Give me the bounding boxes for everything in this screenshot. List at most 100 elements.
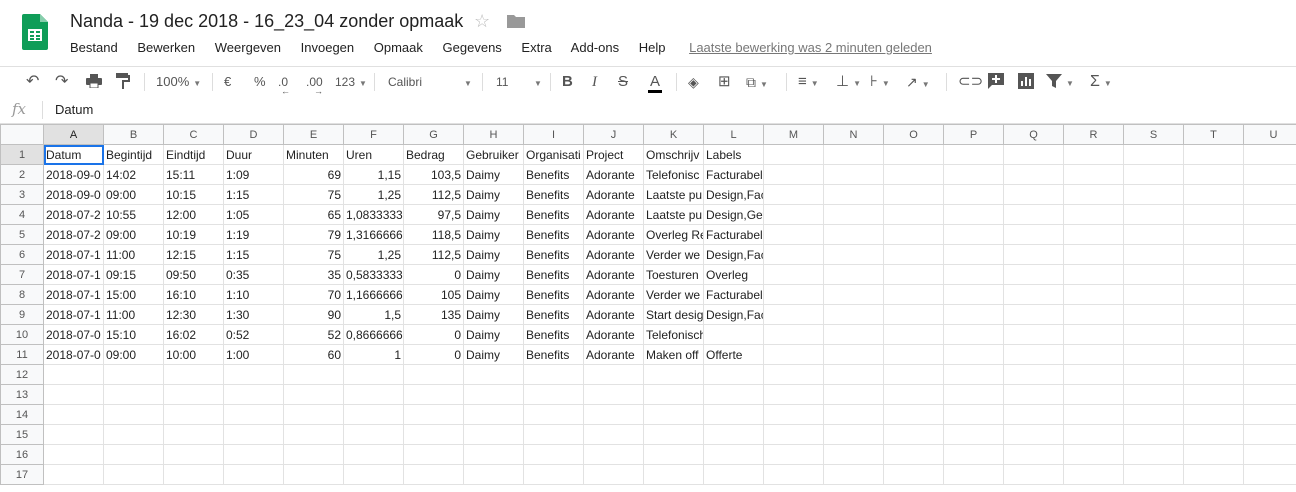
row-header[interactable]: 8 xyxy=(0,284,44,305)
cell-k11[interactable]: Maken off xyxy=(643,344,704,365)
comment-icon[interactable] xyxy=(988,72,1004,92)
strikethrough-icon[interactable]: S xyxy=(618,72,628,92)
cell-p7[interactable] xyxy=(943,264,1004,285)
cell-i1[interactable]: Organisati xyxy=(523,144,584,165)
cell-i4[interactable]: Benefits xyxy=(523,204,584,225)
cell-t1[interactable] xyxy=(1183,144,1244,165)
cell-n11[interactable] xyxy=(823,344,884,365)
cell-k13[interactable] xyxy=(643,384,704,405)
cell-h2[interactable]: Daimy xyxy=(463,164,524,185)
cell-d17[interactable] xyxy=(223,464,284,485)
cell-q17[interactable] xyxy=(1003,464,1064,485)
cell-l12[interactable] xyxy=(703,364,764,385)
cell-m17[interactable] xyxy=(763,464,824,485)
cell-a5[interactable]: 2018-07-2 xyxy=(43,224,104,245)
cell-g5[interactable]: 118,5 xyxy=(403,224,464,245)
cell-e16[interactable] xyxy=(283,444,344,465)
italic-icon[interactable]: I xyxy=(592,72,597,92)
column-header-f[interactable]: F xyxy=(343,124,404,145)
font-size-select[interactable]: 11 xyxy=(496,72,508,92)
cell-p6[interactable] xyxy=(943,244,1004,265)
row-header[interactable]: 9 xyxy=(0,304,44,325)
cell-j6[interactable]: Adorante xyxy=(583,244,644,265)
cell-j13[interactable] xyxy=(583,384,644,405)
borders-icon[interactable]: ⊞ xyxy=(718,72,731,92)
cell-d9[interactable]: 1:30 xyxy=(223,304,284,325)
cell-k17[interactable] xyxy=(643,464,704,485)
cell-b8[interactable]: 15:00 xyxy=(103,284,164,305)
cell-b3[interactable]: 09:00 xyxy=(103,184,164,205)
cell-a11[interactable]: 2018-07-0 xyxy=(43,344,104,365)
cell-p14[interactable] xyxy=(943,404,1004,425)
column-header-e[interactable]: E xyxy=(283,124,344,145)
cell-g8[interactable]: 105 xyxy=(403,284,464,305)
cell-i12[interactable] xyxy=(523,364,584,385)
cell-o6[interactable] xyxy=(883,244,944,265)
cell-d15[interactable] xyxy=(223,424,284,445)
cell-e1[interactable]: Minuten xyxy=(283,144,344,165)
cell-o14[interactable] xyxy=(883,404,944,425)
cell-o9[interactable] xyxy=(883,304,944,325)
cell-f15[interactable] xyxy=(343,424,404,445)
cell-u12[interactable] xyxy=(1243,364,1296,385)
cell-e15[interactable] xyxy=(283,424,344,445)
cell-f8[interactable]: 1,1666666 xyxy=(343,284,404,305)
cell-f9[interactable]: 1,5 xyxy=(343,304,404,325)
cell-h10[interactable]: Daimy xyxy=(463,324,524,345)
cell-f3[interactable]: 1,25 xyxy=(343,184,404,205)
cell-c15[interactable] xyxy=(163,424,224,445)
cell-g9[interactable]: 135 xyxy=(403,304,464,325)
more-formats-select[interactable]: 123 ▼ xyxy=(335,72,367,92)
cell-r11[interactable] xyxy=(1063,344,1124,365)
cell-o7[interactable] xyxy=(883,264,944,285)
cell-k7[interactable]: Toesturen xyxy=(643,264,704,285)
cell-s2[interactable] xyxy=(1123,164,1184,185)
row-header[interactable]: 11 xyxy=(0,344,44,365)
cell-t5[interactable] xyxy=(1183,224,1244,245)
cell-t7[interactable] xyxy=(1183,264,1244,285)
cell-i5[interactable]: Benefits xyxy=(523,224,584,245)
cell-l10[interactable] xyxy=(703,324,764,345)
cell-e6[interactable]: 75 xyxy=(283,244,344,265)
cell-n12[interactable] xyxy=(823,364,884,385)
cell-o11[interactable] xyxy=(883,344,944,365)
cell-o4[interactable] xyxy=(883,204,944,225)
cell-u11[interactable] xyxy=(1243,344,1296,365)
cell-i10[interactable]: Benefits xyxy=(523,324,584,345)
select-all-corner[interactable] xyxy=(0,124,44,145)
row-header[interactable]: 12 xyxy=(0,364,44,385)
cell-b15[interactable] xyxy=(103,424,164,445)
cell-t4[interactable] xyxy=(1183,204,1244,225)
row-header[interactable]: 16 xyxy=(0,444,44,465)
menu-bewerken[interactable]: Bewerken xyxy=(137,40,195,55)
cell-m4[interactable] xyxy=(763,204,824,225)
cell-p8[interactable] xyxy=(943,284,1004,305)
cell-m6[interactable] xyxy=(763,244,824,265)
cell-o5[interactable] xyxy=(883,224,944,245)
cell-s13[interactable] xyxy=(1123,384,1184,405)
cell-e5[interactable]: 79 xyxy=(283,224,344,245)
cell-s16[interactable] xyxy=(1123,444,1184,465)
cell-k9[interactable]: Start desig xyxy=(643,304,704,325)
bold-icon[interactable]: B xyxy=(562,72,573,92)
cell-i15[interactable] xyxy=(523,424,584,445)
cell-u4[interactable] xyxy=(1243,204,1296,225)
cell-j10[interactable]: Adorante xyxy=(583,324,644,345)
cell-u2[interactable] xyxy=(1243,164,1296,185)
menu-extra[interactable]: Extra xyxy=(521,40,551,55)
cell-q13[interactable] xyxy=(1003,384,1064,405)
column-header-a[interactable]: A xyxy=(43,124,104,145)
cell-b14[interactable] xyxy=(103,404,164,425)
cell-m7[interactable] xyxy=(763,264,824,285)
cell-b5[interactable]: 09:00 xyxy=(103,224,164,245)
cell-m2[interactable] xyxy=(763,164,824,185)
cell-g2[interactable]: 103,5 xyxy=(403,164,464,185)
paint-format-icon[interactable] xyxy=(116,72,130,92)
cell-b9[interactable]: 11:00 xyxy=(103,304,164,325)
cell-j9[interactable]: Adorante xyxy=(583,304,644,325)
cell-k12[interactable] xyxy=(643,364,704,385)
cell-r7[interactable] xyxy=(1063,264,1124,285)
cell-j5[interactable]: Adorante xyxy=(583,224,644,245)
cell-d4[interactable]: 1:05 xyxy=(223,204,284,225)
cell-p1[interactable] xyxy=(943,144,1004,165)
